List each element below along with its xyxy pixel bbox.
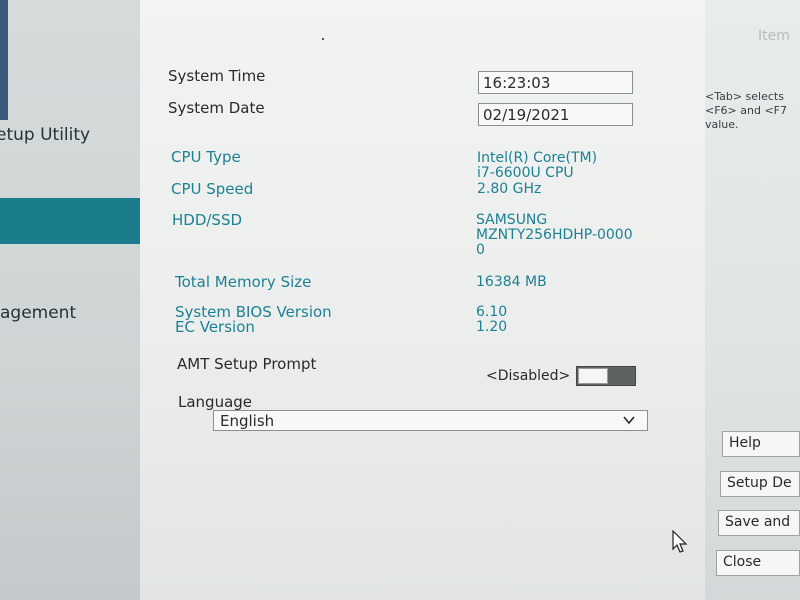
mouse-cursor-icon	[672, 530, 688, 553]
amt-toggle-state: <Disabled>	[486, 368, 571, 384]
item-help-text: <Tab> selects <F6> and <F7 value.	[705, 90, 787, 131]
cpu-type-label: CPU Type	[171, 148, 241, 166]
help-button[interactable]: Help	[722, 431, 800, 457]
left-nav-selected-item[interactable]	[0, 198, 145, 244]
language-label: Language	[178, 393, 253, 411]
system-date-field[interactable]: 02/19/2021	[478, 103, 633, 126]
memory-value: 16384 MB	[476, 274, 547, 290]
amt-toggle-switch[interactable]	[576, 366, 637, 386]
screen-speck	[322, 38, 324, 40]
save-and-exit-button[interactable]: Save and	[718, 510, 800, 536]
ec-version-label: EC Version	[175, 318, 255, 336]
cpu-speed-value: 2.80 GHz	[477, 181, 542, 197]
left-nav: etup Utility agement	[0, 0, 145, 600]
chevron-down-icon	[623, 416, 635, 425]
left-nav-title: etup Utility	[0, 125, 91, 145]
amt-toggle-knob	[578, 368, 609, 384]
cpu-type-value: Intel(R) Core(TM) i7-6600U CPU	[477, 150, 598, 181]
setup-defaults-button[interactable]: Setup De	[720, 471, 800, 497]
system-date-label: System Date	[168, 99, 265, 117]
ec-version-value: 1.20	[476, 319, 508, 335]
amt-toggle-group: <Disabled>	[486, 366, 637, 386]
hdd-label: HDD/SSD	[172, 211, 243, 229]
item-help-header: Item	[758, 28, 790, 44]
bios-version-value: 6.10	[476, 304, 508, 320]
close-button[interactable]: Close	[716, 550, 800, 576]
left-nav-item-management[interactable]: agement	[0, 303, 76, 323]
hdd-value: SAMSUNG MZNTY256HDHP-0000 0	[476, 212, 633, 258]
system-time-label: System Time	[168, 67, 266, 85]
amt-setup-label: AMT Setup Prompt	[177, 355, 317, 373]
cpu-speed-label: CPU Speed	[171, 180, 254, 198]
language-selected-value: English	[220, 412, 275, 430]
language-select[interactable]: English	[213, 410, 648, 431]
memory-label: Total Memory Size	[175, 273, 312, 291]
system-time-field[interactable]: 16:23:03	[478, 71, 633, 94]
left-topbar	[0, 0, 8, 120]
